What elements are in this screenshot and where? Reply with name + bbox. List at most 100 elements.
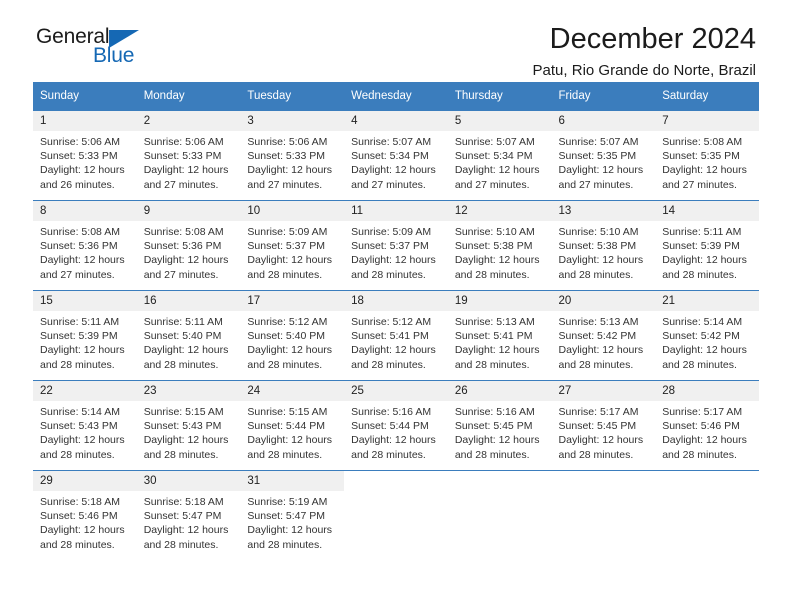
sunrise-text: Sunrise: 5:09 AM	[351, 226, 432, 238]
day-sun-info: Sunrise: 5:15 AM Sunset: 5:43 PM Daylight:…	[137, 401, 241, 462]
calendar-day-cell[interactable]: 7 Sunrise: 5:08 AM Sunset: 5:35 PM Daylight…	[655, 110, 759, 201]
daylight-text-line1: Daylight: 12 hours	[454, 164, 540, 177]
day-number: 14	[655, 201, 759, 221]
daylight-text-line2: and 28 minutes.	[351, 448, 426, 461]
daylight-text-line2: and 28 minutes.	[454, 268, 530, 281]
sunrise-text: Sunrise: 5:15 AM	[143, 406, 224, 418]
daylight-text-line2: and 27 minutes.	[662, 178, 737, 191]
calendar-day-cell[interactable]: 31 Sunrise: 5:19 AM Sunset: 5:47 PM Dayligh…	[240, 470, 345, 560]
day-number: 9	[136, 201, 241, 221]
calendar-day-cell-empty	[447, 470, 552, 560]
calendar-day-cell[interactable]: 9 Sunrise: 5:08 AM Sunset: 5:36 PM Daylight…	[136, 200, 241, 291]
day-sun-info: Sunrise: 5:15 AM Sunset: 5:44 PM Daylight:…	[240, 401, 344, 462]
day-sun-info: Sunrise: 5:13 AM Sunset: 5:42 PM Daylight:…	[552, 311, 656, 372]
sunset-text: Sunset: 5:35 PM	[558, 150, 637, 163]
calendar-day-cell[interactable]: 2 Sunrise: 5:06 AM Sunset: 5:33 PM Daylight…	[136, 110, 241, 201]
calendar-day-cell[interactable]: 21 Sunrise: 5:14 AM Sunset: 5:42 PM Dayligh…	[655, 290, 759, 381]
calendar-day-cell[interactable]: 3 Sunrise: 5:06 AM Sunset: 5:33 PM Daylight…	[240, 110, 345, 201]
daylight-text-line1: Daylight: 12 hours	[40, 344, 125, 357]
general-blue-logo[interactable]: General Blue	[36, 25, 236, 75]
day-number: 25	[344, 381, 448, 401]
day-number: 26	[447, 381, 552, 401]
calendar-day-cell[interactable]: 28 Sunrise: 5:17 AM Sunset: 5:46 PM Dayligh…	[655, 380, 759, 471]
daylight-text-line2: and 28 minutes.	[454, 358, 530, 371]
day-number: 12	[447, 201, 552, 221]
day-sun-info: Sunrise: 5:16 AM Sunset: 5:45 PM Daylight:…	[448, 401, 552, 462]
daylight-text-line2: and 28 minutes.	[40, 358, 115, 371]
day-sun-info: Sunrise: 5:06 AM Sunset: 5:33 PM Daylight:…	[137, 131, 241, 192]
calendar-day-cell[interactable]: 22 Sunrise: 5:14 AM Sunset: 5:43 PM Dayligh…	[33, 380, 137, 471]
calendar-day-cell[interactable]: 27 Sunrise: 5:17 AM Sunset: 5:45 PM Dayligh…	[551, 380, 656, 471]
day-sun-info: Sunrise: 5:17 AM Sunset: 5:46 PM Daylight:…	[655, 401, 759, 462]
sunset-text: Sunset: 5:47 PM	[247, 510, 326, 523]
sunrise-text: Sunrise: 5:06 AM	[143, 136, 224, 148]
sunset-text: Sunset: 5:34 PM	[454, 150, 533, 163]
day-sun-info: Sunrise: 5:18 AM Sunset: 5:46 PM Daylight:…	[33, 491, 137, 552]
daylight-text-line1: Daylight: 12 hours	[40, 434, 125, 447]
sunset-text: Sunset: 5:43 PM	[143, 420, 222, 433]
day-number: 6	[551, 111, 656, 131]
day-number: 30	[136, 471, 241, 491]
calendar-day-cell[interactable]: 8 Sunrise: 5:08 AM Sunset: 5:36 PM Daylight…	[33, 200, 137, 291]
sunrise-text: Sunrise: 5:07 AM	[558, 136, 639, 148]
sunset-text: Sunset: 5:42 PM	[662, 330, 740, 343]
calendar-day-cell[interactable]: 20 Sunrise: 5:13 AM Sunset: 5:42 PM Dayligh…	[551, 290, 656, 381]
weekday-header-friday: Friday	[551, 82, 656, 111]
calendar-day-cell[interactable]: 23 Sunrise: 5:15 AM Sunset: 5:43 PM Dayligh…	[136, 380, 241, 471]
sunrise-text: Sunrise: 5:14 AM	[40, 406, 120, 418]
day-number: 7	[655, 111, 759, 131]
calendar-day-cell[interactable]: 24 Sunrise: 5:15 AM Sunset: 5:44 PM Dayligh…	[240, 380, 345, 471]
calendar-day-cell[interactable]: 14 Sunrise: 5:11 AM Sunset: 5:39 PM Dayligh…	[655, 200, 759, 291]
day-sun-info: Sunrise: 5:08 AM Sunset: 5:36 PM Daylight:…	[137, 221, 241, 282]
day-sun-info: Sunrise: 5:09 AM Sunset: 5:37 PM Daylight:…	[344, 221, 448, 282]
day-number: 28	[655, 381, 759, 401]
sunrise-text: Sunrise: 5:06 AM	[40, 136, 120, 148]
calendar-day-cell[interactable]: 16 Sunrise: 5:11 AM Sunset: 5:40 PM Dayligh…	[136, 290, 241, 381]
sunrise-text: Sunrise: 5:11 AM	[40, 316, 120, 328]
sunset-text: Sunset: 5:33 PM	[247, 150, 326, 163]
daylight-text-line2: and 28 minutes.	[143, 358, 219, 371]
sunrise-text: Sunrise: 5:11 AM	[143, 316, 223, 328]
calendar-day-cell[interactable]: 30 Sunrise: 5:18 AM Sunset: 5:47 PM Dayligh…	[136, 470, 241, 560]
daylight-text-line2: and 28 minutes.	[558, 268, 634, 281]
calendar-day-cell[interactable]: 4 Sunrise: 5:07 AM Sunset: 5:34 PM Daylight…	[344, 110, 448, 201]
calendar-day-cell[interactable]: 25 Sunrise: 5:16 AM Sunset: 5:44 PM Dayligh…	[344, 380, 448, 471]
daylight-text-line2: and 28 minutes.	[558, 358, 634, 371]
sunset-text: Sunset: 5:36 PM	[40, 240, 118, 253]
sunset-text: Sunset: 5:44 PM	[351, 420, 429, 433]
daylight-text-line1: Daylight: 12 hours	[662, 164, 747, 177]
daylight-text-line2: and 28 minutes.	[247, 448, 323, 461]
day-sun-info: Sunrise: 5:09 AM Sunset: 5:37 PM Daylight:…	[240, 221, 344, 282]
daylight-text-line1: Daylight: 12 hours	[143, 254, 229, 267]
calendar-day-cell[interactable]: 5 Sunrise: 5:07 AM Sunset: 5:34 PM Daylight…	[447, 110, 552, 201]
calendar-day-cell[interactable]: 6 Sunrise: 5:07 AM Sunset: 5:35 PM Daylight…	[551, 110, 656, 201]
day-number: 15	[33, 291, 137, 311]
calendar-day-cell[interactable]: 11 Sunrise: 5:09 AM Sunset: 5:37 PM Dayligh…	[344, 200, 448, 291]
daylight-text-line1: Daylight: 12 hours	[247, 254, 333, 267]
calendar-day-cell[interactable]: 13 Sunrise: 5:10 AM Sunset: 5:38 PM Dayligh…	[551, 200, 656, 291]
calendar-day-cell[interactable]: 18 Sunrise: 5:12 AM Sunset: 5:41 PM Dayligh…	[344, 290, 448, 381]
calendar-day-cell[interactable]: 12 Sunrise: 5:10 AM Sunset: 5:38 PM Dayligh…	[447, 200, 552, 291]
day-number: 24	[240, 381, 345, 401]
calendar-day-cell[interactable]: 17 Sunrise: 5:12 AM Sunset: 5:40 PM Dayligh…	[240, 290, 345, 381]
daylight-text-line1: Daylight: 12 hours	[247, 524, 333, 537]
calendar-day-cell[interactable]: 26 Sunrise: 5:16 AM Sunset: 5:45 PM Dayligh…	[447, 380, 552, 471]
calendar-day-cell[interactable]: 15 Sunrise: 5:11 AM Sunset: 5:39 PM Dayligh…	[33, 290, 137, 381]
daylight-text-line2: and 28 minutes.	[247, 358, 323, 371]
daylight-text-line1: Daylight: 12 hours	[662, 254, 747, 267]
calendar-day-cell[interactable]: 10 Sunrise: 5:09 AM Sunset: 5:37 PM Dayligh…	[240, 200, 345, 291]
sunset-text: Sunset: 5:38 PM	[454, 240, 533, 253]
calendar-header-row: Sunday Monday Tuesday Wednesday Thursday…	[33, 82, 759, 111]
daylight-text-line1: Daylight: 12 hours	[143, 164, 229, 177]
calendar-day-cell[interactable]: 29 Sunrise: 5:18 AM Sunset: 5:46 PM Dayligh…	[33, 470, 137, 560]
sunset-text: Sunset: 5:45 PM	[454, 420, 533, 433]
day-sun-info: Sunrise: 5:08 AM Sunset: 5:35 PM Daylight:…	[655, 131, 759, 192]
page-header: General Blue December 2024 Patu, Rio Gra…	[33, 0, 759, 79]
sunrise-text: Sunrise: 5:13 AM	[558, 316, 639, 328]
day-number: 18	[344, 291, 448, 311]
sunrise-text: Sunrise: 5:11 AM	[662, 226, 742, 238]
calendar-day-cell[interactable]: 19 Sunrise: 5:13 AM Sunset: 5:41 PM Dayligh…	[447, 290, 552, 381]
calendar-day-cell[interactable]: 1 Sunrise: 5:06 AM Sunset: 5:33 PM Daylight…	[33, 110, 137, 201]
sunrise-text: Sunrise: 5:09 AM	[247, 226, 328, 238]
sunset-text: Sunset: 5:40 PM	[143, 330, 222, 343]
